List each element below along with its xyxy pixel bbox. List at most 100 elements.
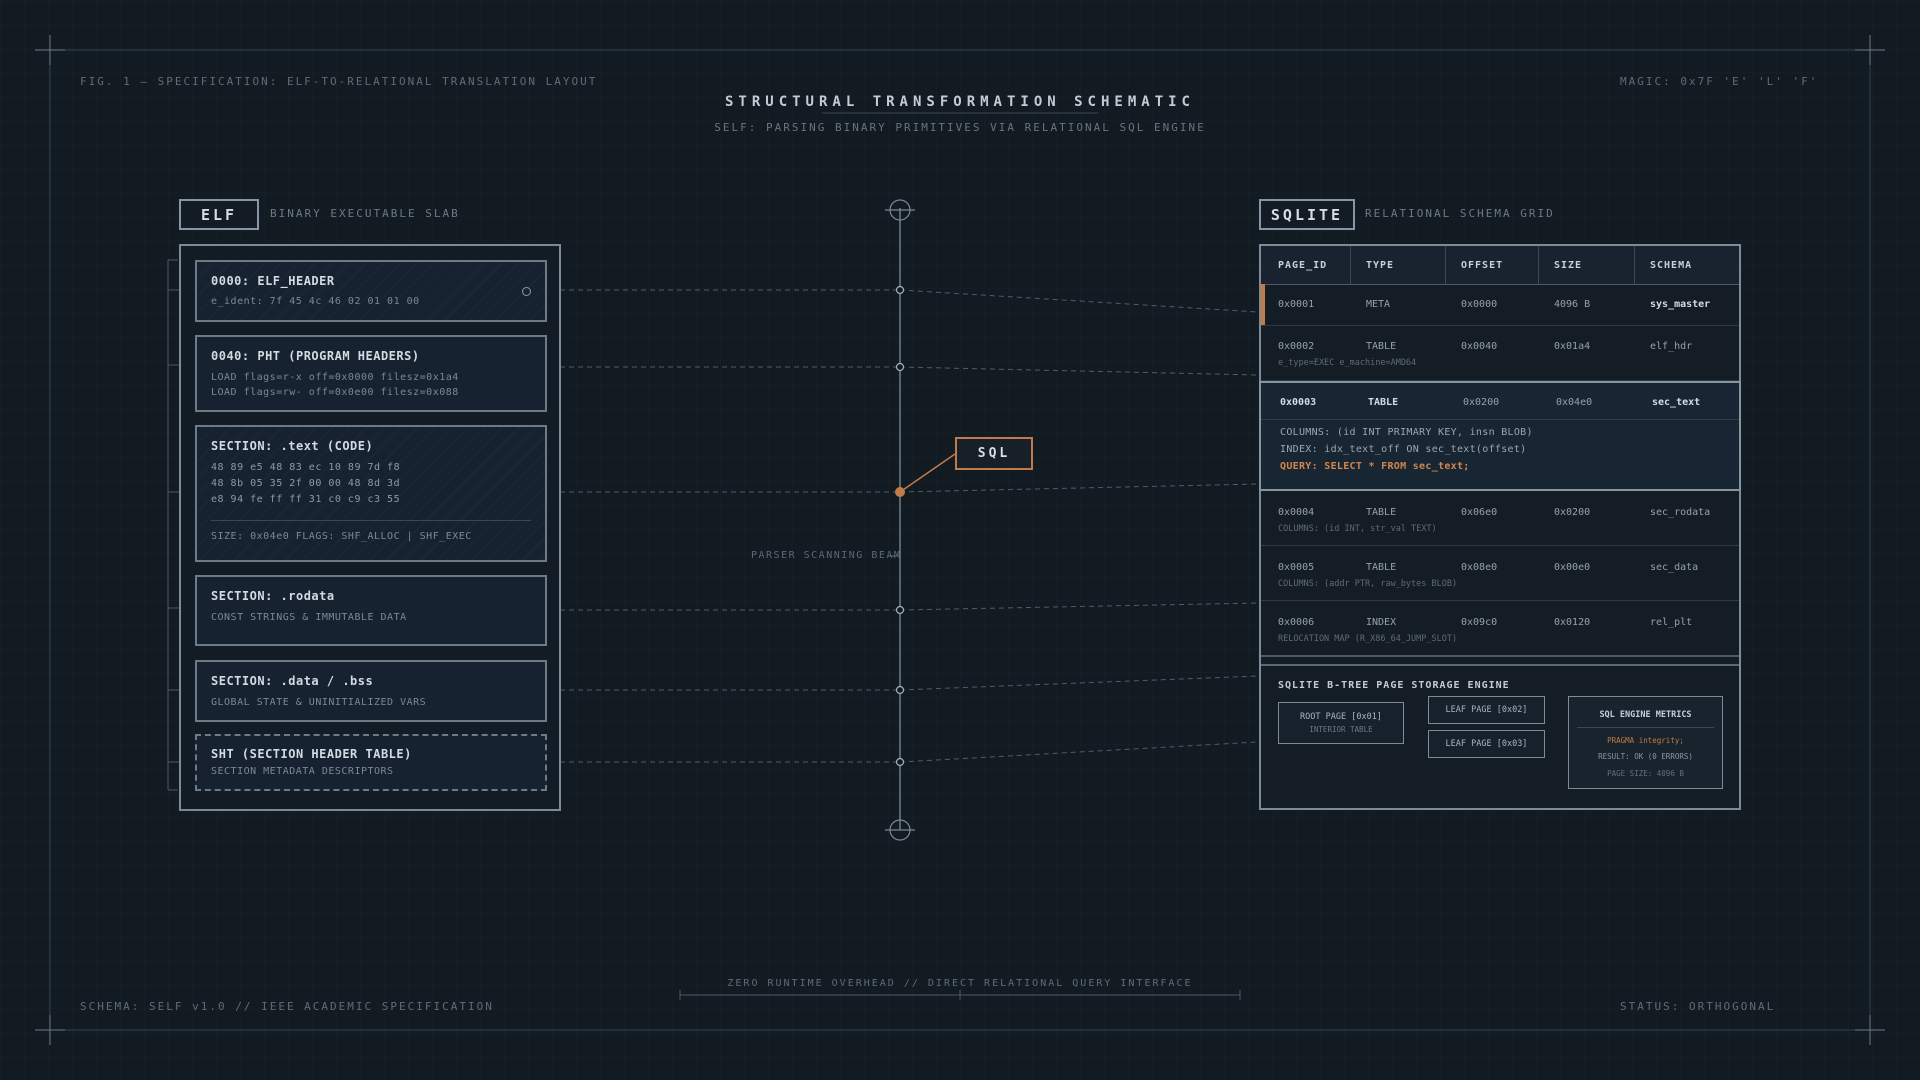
divider	[1577, 727, 1714, 728]
table-row[interactable]: 0x0004 TABLE 0x06e0 0x0200 sec_rodata CO…	[1261, 491, 1739, 546]
cell-type: META	[1366, 299, 1391, 310]
metrics-title: SQL ENGINE METRICS	[1599, 710, 1692, 720]
beam-label: PARSER SCANNING BEAM	[751, 550, 902, 561]
row-detail: COLUMNS: (id INT, str_val TEXT)	[1278, 524, 1437, 534]
cell-schema: elf_hdr	[1650, 341, 1693, 352]
sqlite-tag: SQLITE	[1259, 199, 1355, 230]
data-bss-title: SECTION: .data / .bss	[211, 674, 374, 688]
divider	[1261, 664, 1739, 666]
cell-size: 0x00e0	[1554, 562, 1591, 573]
data-bss-line: GLOBAL STATE & UNINITIALIZED VARS	[211, 697, 427, 708]
cell-schema: rel_plt	[1650, 617, 1693, 628]
sht-box[interactable]: SHT (SECTION HEADER TABLE) SECTION METAD…	[195, 734, 547, 791]
text-hex-line-1: 48 89 e5 48 83 ec 10 89 7d f8	[211, 462, 401, 473]
cell-size: 0x0120	[1554, 617, 1591, 628]
cell-page-id: 0x0003	[1280, 397, 1317, 408]
elf-header-box[interactable]: 0000: ELF_HEADER e_ident: 7f 45 4c 46 02…	[195, 260, 547, 322]
column-separator	[1634, 246, 1635, 284]
magic-label: MAGIC: 0x7F 'E' 'L' 'F'	[1620, 75, 1819, 88]
pht-line-2: LOAD flags=rw- off=0x0e00 filesz=0x088	[211, 387, 459, 398]
cell-offset: 0x06e0	[1461, 507, 1498, 518]
text-hex-line-2: 48 8b 05 35 2f 00 00 48 8d 3d	[211, 478, 401, 489]
sht-title: SHT (SECTION HEADER TABLE)	[211, 747, 412, 761]
sht-line: SECTION METADATA DESCRIPTORS	[211, 766, 394, 777]
page-title: STRUCTURAL TRANSFORMATION SCHEMATIC	[724, 94, 1195, 110]
cell-schema: sec_data	[1650, 562, 1699, 573]
pht-line-1: LOAD flags=r-x off=0x0000 filesz=0x1a4	[211, 372, 459, 383]
table-header: PAGE_ID TYPE OFFSET SIZE SCHEMA	[1261, 246, 1739, 285]
page-subtitle: SELF: PARSING BINARY PRIMITIVES VIA RELA…	[714, 121, 1206, 134]
sqlite-tag-label: RELATIONAL SCHEMA GRID	[1365, 207, 1555, 220]
metrics-page-size: PAGE SIZE: 4096 B	[1607, 769, 1684, 778]
cell-type: INDEX	[1366, 617, 1397, 628]
rodata-box[interactable]: SECTION: .rodata CONST STRINGS & IMMUTAB…	[195, 575, 547, 646]
table-row[interactable]: 0x0001 META 0x0000 4096 B sys_master	[1261, 284, 1739, 326]
cell-size: 0x0200	[1554, 507, 1591, 518]
engine-title: SQLITE B-TREE PAGE STORAGE ENGINE	[1278, 680, 1510, 691]
cell-page-id: 0x0006	[1278, 617, 1315, 628]
cell-type: TABLE	[1366, 507, 1397, 518]
rodata-title: SECTION: .rodata	[211, 589, 335, 603]
cell-page-id: 0x0005	[1278, 562, 1315, 573]
cell-offset: 0x0000	[1461, 299, 1498, 310]
root-page-node[interactable]: ROOT PAGE [0x01] INTERIOR TABLE	[1278, 702, 1404, 744]
cell-type: TABLE	[1368, 397, 1399, 408]
leaf-page-node-1[interactable]: LEAF PAGE [0x02]	[1428, 696, 1545, 724]
leaf-page-node-2[interactable]: LEAF PAGE [0x03]	[1428, 730, 1545, 758]
cell-offset: 0x0040	[1461, 341, 1498, 352]
table-row-expanded[interactable]: 0x0003 TABLE 0x0200 0x04e0 sec_text COLU…	[1259, 381, 1741, 491]
cell-type: TABLE	[1366, 341, 1397, 352]
column-header-schema[interactable]: SCHEMA	[1650, 246, 1692, 284]
column-header-page-id[interactable]: PAGE_ID	[1278, 246, 1327, 284]
row-detail: e_type=EXEC e_machine=AMD64	[1278, 358, 1417, 368]
active-row-indicator	[1261, 284, 1265, 325]
table-row[interactable]: 0x0002 TABLE 0x0040 0x01a4 elf_hdr e_typ…	[1261, 326, 1739, 381]
cell-page-id: 0x0004	[1278, 507, 1315, 518]
pht-title: 0040: PHT (PROGRAM HEADERS)	[211, 349, 420, 363]
sqlite-table: PAGE_ID TYPE OFFSET SIZE SCHEMA 0x0001 M…	[1259, 244, 1741, 810]
root-page-label: ROOT PAGE [0x01]	[1300, 712, 1382, 722]
expanded-columns: COLUMNS: (id INT PRIMARY KEY, insn BLOB)	[1280, 427, 1533, 438]
elf-header-ident: e_ident: 7f 45 4c 46 02 01 01 00	[211, 296, 420, 307]
cell-offset: 0x0200	[1463, 397, 1500, 408]
pht-box[interactable]: 0040: PHT (PROGRAM HEADERS) LOAD flags=r…	[195, 335, 547, 412]
cell-schema: sys_master	[1650, 299, 1711, 310]
elf-tag-label: BINARY EXECUTABLE SLAB	[270, 207, 460, 220]
cell-size: 0x01a4	[1554, 341, 1591, 352]
cell-page-id: 0x0001	[1278, 299, 1315, 310]
cell-offset: 0x08e0	[1461, 562, 1498, 573]
elf-header-title: 0000: ELF_HEADER	[211, 274, 335, 288]
column-header-size[interactable]: SIZE	[1554, 246, 1582, 284]
cell-schema: sec_rodata	[1650, 507, 1711, 518]
cell-type: TABLE	[1366, 562, 1397, 573]
footer-schema: SCHEMA: SELF v1.0 // IEEE ACADEMIC SPECI…	[80, 1000, 494, 1013]
cell-size: 4096 B	[1554, 299, 1591, 310]
data-bss-box[interactable]: SECTION: .data / .bss GLOBAL STATE & UNI…	[195, 660, 547, 722]
text-section-footer: SIZE: 0x04e0 FLAGS: SHF_ALLOC | SHF_EXEC	[211, 531, 472, 542]
rodata-line: CONST STRINGS & IMMUTABLE DATA	[211, 612, 407, 623]
root-page-sub: INTERIOR TABLE	[1309, 725, 1373, 734]
elf-tag: ELF	[179, 199, 259, 230]
text-section-box[interactable]: SECTION: .text (CODE) 48 89 e5 48 83 ec …	[195, 425, 547, 562]
table-row[interactable]: 0x0005 TABLE 0x08e0 0x00e0 sec_data COLU…	[1261, 546, 1739, 601]
text-hex-line-3: e8 94 fe ff ff 31 c0 c9 c3 55	[211, 494, 401, 505]
leaf-page-label: LEAF PAGE [0x03]	[1445, 739, 1528, 749]
divider	[1261, 419, 1739, 420]
metrics-pragma: PRAGMA integrity;	[1607, 736, 1684, 745]
metrics-result: RESULT: OK (0 ERRORS)	[1598, 752, 1693, 761]
sql-badge: SQL	[955, 437, 1033, 470]
leaf-page-label: LEAF PAGE [0x02]	[1445, 705, 1528, 715]
expanded-query: QUERY: SELECT * FROM sec_text;	[1280, 461, 1470, 472]
cell-schema: sec_text	[1652, 397, 1701, 408]
cell-size: 0x04e0	[1556, 397, 1593, 408]
table-row[interactable]: 0x0006 INDEX 0x09c0 0x0120 rel_plt RELOC…	[1261, 601, 1739, 657]
marker-circle-icon	[522, 287, 531, 296]
cell-page-id: 0x0002	[1278, 341, 1315, 352]
elf-panel: 0000: ELF_HEADER e_ident: 7f 45 4c 46 02…	[179, 244, 561, 811]
footer-status: STATUS: ORTHOGONAL	[1620, 1000, 1776, 1013]
column-header-type[interactable]: TYPE	[1366, 246, 1394, 284]
column-separator	[1445, 246, 1446, 284]
column-header-offset[interactable]: OFFSET	[1461, 246, 1503, 284]
figure-label: FIG. 1 — SPECIFICATION: ELF-TO-RELATIONA…	[80, 75, 598, 88]
footer-center: ZERO RUNTIME OVERHEAD // DIRECT RELATION…	[727, 978, 1193, 989]
